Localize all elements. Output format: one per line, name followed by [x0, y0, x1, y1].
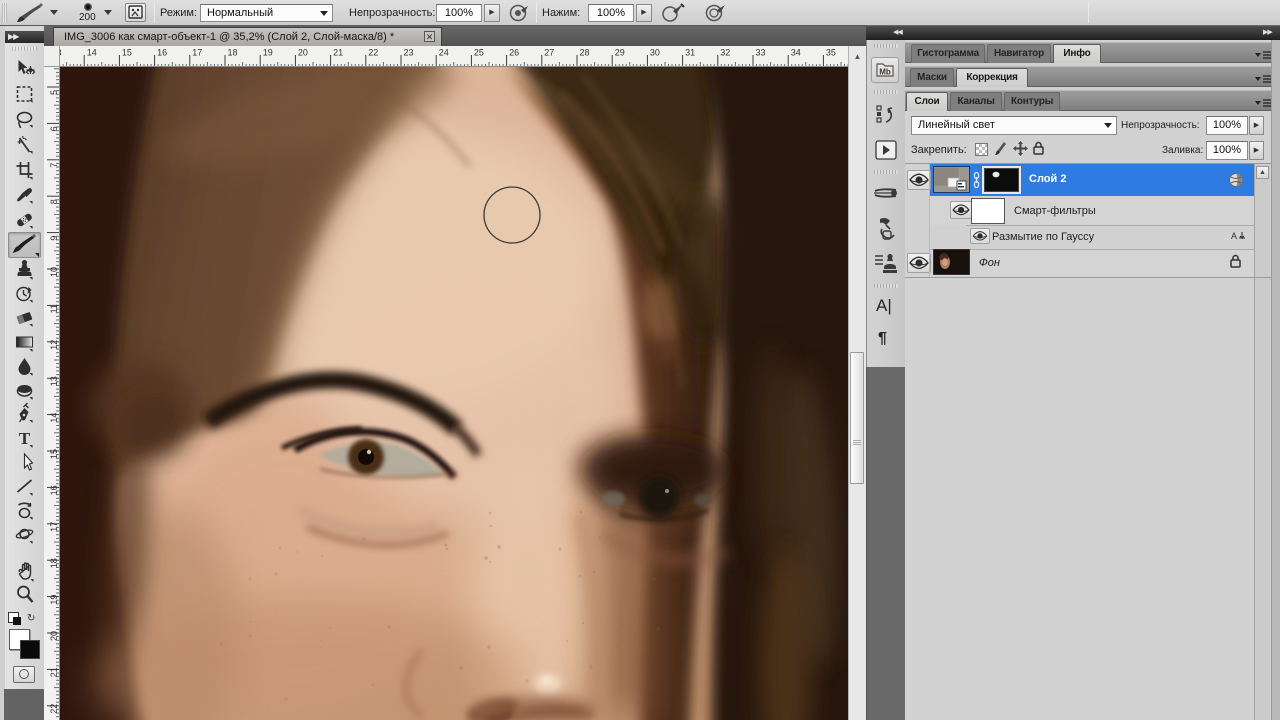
svg-text:18: 18: [49, 558, 59, 568]
svg-text:13: 13: [60, 48, 62, 58]
svg-text:21: 21: [49, 667, 59, 677]
svg-text:A: A: [1231, 231, 1237, 241]
svg-text:25: 25: [474, 48, 484, 58]
svg-text:T: T: [19, 429, 31, 448]
svg-text:15: 15: [49, 449, 59, 459]
svg-text:10: 10: [49, 267, 59, 277]
svg-text:34: 34: [791, 48, 801, 58]
svg-text:17: 17: [49, 522, 59, 532]
svg-text:14: 14: [87, 48, 97, 58]
svg-text:12: 12: [49, 340, 59, 350]
svg-text:33: 33: [756, 48, 766, 58]
svg-text:15: 15: [122, 48, 132, 58]
svg-text:24: 24: [439, 48, 449, 58]
svg-text:21: 21: [333, 48, 343, 58]
svg-text:28: 28: [580, 48, 590, 58]
svg-text:20: 20: [298, 48, 308, 58]
svg-text:19: 19: [263, 48, 273, 58]
svg-text:13: 13: [49, 376, 59, 386]
svg-text:32: 32: [720, 48, 730, 58]
svg-text:29: 29: [615, 48, 625, 58]
svg-text:35: 35: [826, 48, 836, 58]
svg-text:27: 27: [544, 48, 554, 58]
svg-text:23: 23: [404, 48, 414, 58]
svg-text:30: 30: [650, 48, 660, 58]
svg-text:31: 31: [685, 48, 695, 58]
svg-text:22: 22: [49, 704, 59, 714]
svg-text:14: 14: [49, 413, 59, 423]
svg-text:Mb: Mb: [879, 68, 891, 77]
svg-text:19: 19: [49, 595, 59, 605]
svg-text:18: 18: [228, 48, 238, 58]
svg-text:17: 17: [192, 48, 202, 58]
svg-text:20: 20: [49, 631, 59, 641]
svg-text:16: 16: [157, 48, 167, 58]
svg-text:22: 22: [368, 48, 378, 58]
svg-text:16: 16: [49, 485, 59, 495]
svg-text:26: 26: [509, 48, 519, 58]
